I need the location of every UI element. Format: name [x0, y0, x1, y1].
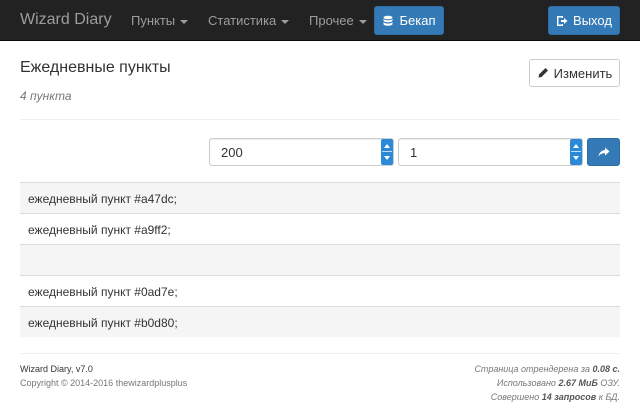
spinner-down-icon[interactable] — [573, 156, 579, 160]
memory-value: 2.67 МиБ — [558, 378, 598, 388]
item-count: 4 пункта — [20, 89, 72, 103]
render-time: Страница отрендерена за 0.08 с. — [474, 364, 620, 374]
edit-button[interactable]: Изменить — [529, 59, 620, 87]
go-button[interactable] — [587, 138, 620, 166]
caret-down-icon — [281, 19, 290, 24]
caret-down-icon — [358, 19, 367, 24]
copyright: Copyright © 2014-2016 thewizardplusplus — [20, 378, 188, 388]
logout-label: Выход — [573, 13, 612, 28]
pencil-icon — [538, 68, 548, 78]
spinner-up-icon[interactable] — [384, 144, 390, 148]
brand-link[interactable]: Wizard Diary — [20, 11, 112, 29]
menu-other-label: Прочее — [309, 13, 354, 28]
list-item[interactable]: ежедневный пункт #0ad7e; — [20, 275, 620, 306]
page-number-spinner[interactable] — [570, 139, 582, 165]
daily-points-list: ежедневный пункт #a47dc; ежедневный пунк… — [20, 182, 620, 337]
query-count: Совершено 14 запросов к БД. — [491, 392, 620, 402]
list-item[interactable] — [20, 244, 620, 275]
divider — [20, 119, 620, 120]
menu-stats[interactable]: Статистика — [208, 13, 290, 28]
footer-divider — [20, 353, 620, 354]
menu-points[interactable]: Пункты — [131, 13, 189, 28]
menu-points-label: Пункты — [131, 13, 176, 28]
list-item[interactable]: ежедневный пункт #b0d80; — [20, 306, 620, 337]
list-item[interactable]: ежедневный пункт #a47dc; — [20, 182, 620, 213]
caret-down-icon — [180, 19, 189, 24]
render-time-label: Страница отрендерена за — [474, 364, 593, 374]
menu-other[interactable]: Прочее — [309, 13, 367, 28]
queries-label: Совершено — [490, 392, 542, 402]
database-icon — [383, 15, 393, 26]
spinner-down-icon[interactable] — [384, 156, 390, 160]
page-title: Ежедневные пункты — [20, 59, 171, 76]
queries-suffix: к БД. — [596, 392, 620, 402]
menu-stats-label: Статистика — [208, 13, 277, 28]
share-arrow-icon — [598, 147, 609, 156]
page-size-spinner[interactable] — [381, 139, 393, 165]
page-size-input[interactable] — [209, 138, 394, 166]
page-number-input[interactable] — [398, 138, 583, 166]
logout-icon — [557, 15, 568, 26]
spinner-separator — [382, 151, 392, 152]
memory-suffix: ОЗУ. — [597, 378, 620, 388]
queries-value: 14 запросов — [541, 392, 597, 402]
edit-label: Изменить — [553, 65, 613, 81]
app-version: Wizard Diary, v7.0 — [20, 364, 93, 374]
memory-label: Использовано — [496, 378, 559, 388]
render-time-value: 0.08 с. — [592, 364, 620, 374]
logout-button[interactable]: Выход — [548, 6, 620, 35]
list-item[interactable]: ежедневный пункт #a9ff2; — [20, 213, 620, 244]
memory-usage: Использовано 2.67 МиБ ОЗУ. — [497, 378, 620, 388]
backup-button[interactable]: Бекап — [374, 6, 444, 35]
backup-label: Бекап — [399, 13, 436, 28]
spinner-separator — [571, 151, 581, 152]
spinner-up-icon[interactable] — [573, 144, 579, 148]
navbar: Wizard Diary Пункты Статистика Прочее Бе… — [0, 0, 640, 41]
